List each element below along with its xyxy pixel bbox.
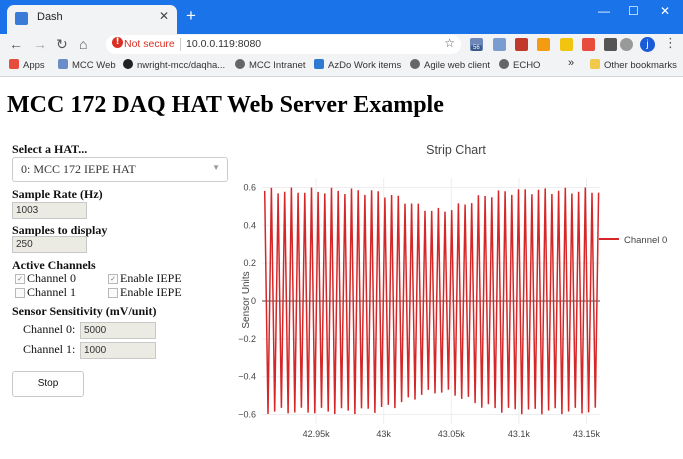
strip-chart: Strip Chart 0.6 0.4 0.2 0 −0.2 −0.4 −0.6 42.95k… bbox=[230, 135, 683, 454]
stop-button[interactable]: Stop bbox=[12, 371, 84, 397]
tab-close-icon[interactable]: ✕ bbox=[159, 9, 169, 23]
bookmark-mcc-intranet[interactable]: MCC Intranet bbox=[235, 59, 306, 71]
bookmark-label: MCC Web bbox=[72, 60, 116, 71]
y-tick-label: −0.2 bbox=[238, 334, 256, 344]
channel1-checkbox[interactable] bbox=[15, 288, 25, 298]
globe-icon bbox=[235, 59, 245, 69]
browser-titlebar: Dash ✕ + — ☐ ✕ bbox=[0, 0, 683, 34]
menu-icon[interactable]: ⋮ bbox=[664, 36, 677, 51]
forward-button[interactable]: → bbox=[33, 36, 47, 52]
extension-badge: 56 bbox=[471, 45, 482, 51]
channel0-checkbox[interactable]: ✓ bbox=[15, 274, 25, 284]
channel1-label: Channel 1 bbox=[27, 285, 76, 299]
bookmarks-overflow[interactable]: » bbox=[568, 57, 574, 69]
back-button[interactable]: ← bbox=[9, 36, 23, 52]
sensitivity-ch0-label: Channel 0: bbox=[23, 322, 76, 336]
bookmark-label: ECHO bbox=[513, 60, 541, 71]
sensitivity-ch1-input[interactable]: 1000 bbox=[80, 342, 156, 359]
azure-devops-icon bbox=[314, 59, 324, 69]
extension-icon[interactable] bbox=[493, 38, 506, 51]
pdf-icon[interactable] bbox=[582, 38, 595, 51]
iepe0-checkbox[interactable]: ✓ bbox=[108, 274, 118, 284]
sensitivity-label: Sensor Sensitivity (mV/unit) bbox=[12, 304, 157, 318]
maximize-button[interactable]: ☐ bbox=[628, 4, 639, 18]
bookmarks-bar: Apps MCC Web nwright-mcc/daqha... MCC In… bbox=[0, 56, 683, 77]
extension-icon[interactable] bbox=[560, 38, 573, 51]
folder-icon bbox=[590, 59, 600, 69]
bookmark-echo[interactable]: ECHO bbox=[499, 59, 540, 71]
url-divider bbox=[180, 38, 181, 51]
globe-icon bbox=[410, 59, 420, 69]
mcc-icon bbox=[58, 59, 68, 69]
y-tick-label: 0.4 bbox=[243, 220, 256, 230]
github-icon bbox=[123, 59, 133, 69]
dash-favicon-icon bbox=[15, 12, 28, 25]
page-content: MCC 172 DAQ HAT Web Server Example Selec… bbox=[0, 77, 683, 454]
minimize-button[interactable]: — bbox=[598, 4, 610, 18]
apps-grid-icon bbox=[9, 59, 19, 69]
bookmark-label: Agile web client bbox=[424, 60, 491, 71]
hat-select-value: 0: MCC 172 IEPE HAT bbox=[21, 162, 136, 176]
close-window-button[interactable]: ✕ bbox=[660, 4, 670, 18]
hat-select-label: Select a HAT... bbox=[12, 142, 88, 156]
bookmark-label: Other bookmarks bbox=[604, 60, 677, 71]
tab-title: Dash bbox=[37, 11, 63, 23]
home-button[interactable]: ⌂ bbox=[79, 36, 87, 52]
iepe1-checkbox[interactable] bbox=[108, 288, 118, 298]
bookmark-mcc-web[interactable]: MCC Web bbox=[58, 59, 116, 71]
extension-icon[interactable] bbox=[515, 38, 528, 51]
bookmark-star-icon[interactable]: ☆ bbox=[444, 36, 455, 50]
channel0-label: Channel 0 bbox=[27, 271, 76, 285]
y-tick-label: 0.2 bbox=[243, 258, 256, 268]
chevron-down-icon: ▼ bbox=[212, 163, 220, 172]
y-tick-label: −0.4 bbox=[238, 372, 256, 382]
x-tick-label: 43.05k bbox=[438, 429, 466, 439]
y-tick-label: 0.6 bbox=[243, 182, 256, 192]
sensitivity-ch0-input[interactable]: 5000 bbox=[80, 322, 156, 339]
x-tick-label: 43k bbox=[376, 429, 391, 439]
sample-rate-label: Sample Rate (Hz) bbox=[12, 187, 103, 201]
chart-title: Strip Chart bbox=[426, 143, 486, 157]
bookmark-azdo[interactable]: AzDo Work items bbox=[314, 59, 401, 71]
iepe0-label: Enable IEPE bbox=[120, 271, 182, 285]
profile-avatar[interactable]: j bbox=[640, 37, 655, 52]
samples-display-input[interactable]: 250 bbox=[12, 236, 87, 253]
y-tick-label: −0.6 bbox=[238, 410, 256, 420]
x-tick-label: 43.1k bbox=[508, 429, 531, 439]
x-tick-label: 42.95k bbox=[303, 429, 331, 439]
y-axis-label: Sensor Units bbox=[241, 271, 252, 328]
bookmark-label: MCC Intranet bbox=[249, 60, 306, 71]
strip-chart-svg: Strip Chart 0.60.40.20−0.2−0.4−0.642.95k… bbox=[238, 143, 667, 439]
bookmark-label: nwright-mcc/daqha... bbox=[137, 60, 226, 71]
bookmark-github[interactable]: nwright-mcc/daqha... bbox=[123, 59, 225, 71]
browser-toolbar: ← → ↻ ⌂ ! Not secure 10.0.0.119:8080 ☆ 5… bbox=[0, 34, 683, 56]
bookmark-label: Apps bbox=[23, 60, 45, 71]
other-bookmarks[interactable]: Other bookmarks bbox=[590, 59, 677, 71]
browser-tab[interactable]: Dash ✕ bbox=[7, 5, 177, 34]
sample-rate-input[interactable]: 1003 bbox=[12, 202, 87, 219]
iepe1-label: Enable IEPE bbox=[120, 285, 182, 299]
bookmark-label: AzDo Work items bbox=[328, 60, 402, 71]
legend-label[interactable]: Channel 0 bbox=[624, 235, 667, 246]
address-bar[interactable]: ! Not secure 10.0.0.119:8080 ☆ bbox=[106, 35, 461, 54]
bookmark-apps[interactable]: Apps bbox=[9, 59, 45, 71]
new-tab-button[interactable]: + bbox=[186, 6, 196, 26]
globe-icon bbox=[499, 59, 509, 69]
rss-icon[interactable] bbox=[537, 38, 550, 51]
extension-icon[interactable] bbox=[604, 38, 617, 51]
page-title: MCC 172 DAQ HAT Web Server Example bbox=[7, 92, 444, 118]
extension-icon[interactable] bbox=[620, 38, 633, 51]
url-text[interactable]: 10.0.0.119:8080 bbox=[186, 38, 261, 50]
security-status[interactable]: Not secure bbox=[124, 38, 175, 50]
reload-button[interactable]: ↻ bbox=[56, 36, 68, 53]
sensitivity-ch1-label: Channel 1: bbox=[23, 342, 76, 356]
x-tick-label: 43.15k bbox=[573, 429, 601, 439]
bookmark-agile[interactable]: Agile web client bbox=[410, 59, 490, 71]
hat-select-dropdown[interactable]: 0: MCC 172 IEPE HAT ▼ bbox=[12, 157, 228, 182]
warning-icon: ! bbox=[112, 37, 123, 48]
